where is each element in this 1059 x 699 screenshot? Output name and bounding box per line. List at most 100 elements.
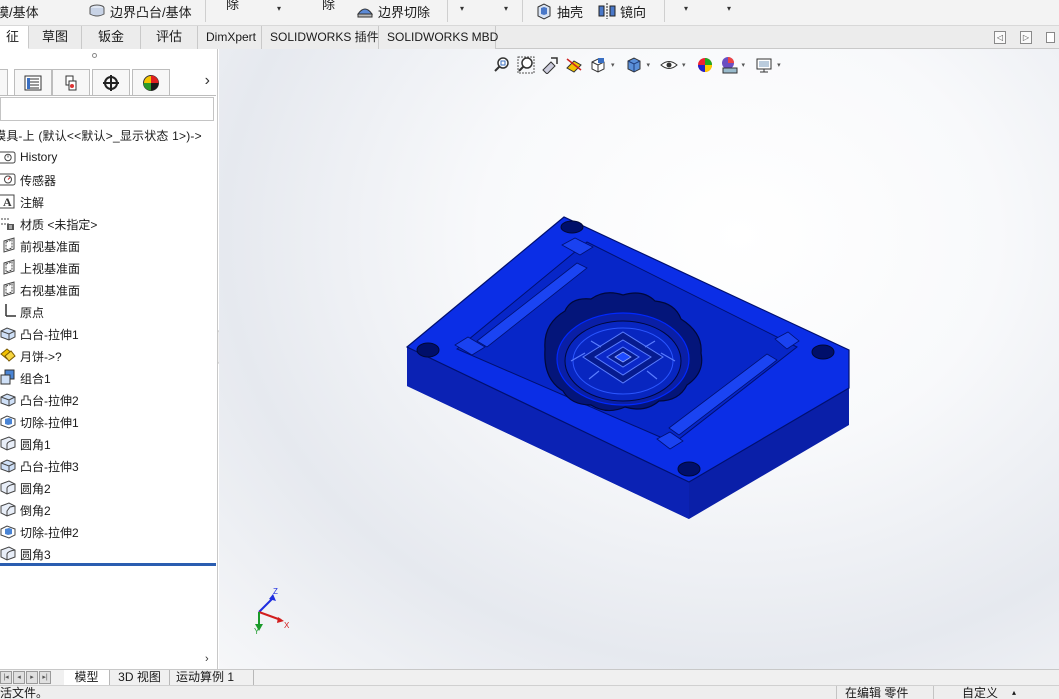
feature-manager-tab[interactable] xyxy=(0,69,8,95)
display-manager-tab[interactable] xyxy=(132,69,170,95)
ribbon-clipped-label-3: 除 xyxy=(322,0,336,12)
feature-filter-input[interactable] xyxy=(0,97,214,121)
tab-solidworks-mbd[interactable]: SOLIDWORKS MBD xyxy=(379,26,498,49)
rollback-bar[interactable] xyxy=(0,563,216,566)
tree-item-material[interactable]: 材质 <未指定> xyxy=(0,212,216,234)
property-manager-tab[interactable] xyxy=(14,69,52,95)
tab-solidworks-addins[interactable]: SOLIDWORKS 插件 xyxy=(262,26,379,49)
svg-text:A: A xyxy=(3,195,12,209)
tree-item-annotations[interactable]: A 注解 xyxy=(0,190,216,212)
status-edit-mode: 在编辑 零件 xyxy=(836,686,908,699)
shell-button[interactable]: 抽壳 xyxy=(535,0,583,22)
tab-dimxpert[interactable]: DimXpert xyxy=(198,26,262,49)
ribbon-separator xyxy=(664,0,665,22)
extrude-icon xyxy=(0,327,16,341)
boundary-boss-button[interactable]: 边界凸台/基体 xyxy=(88,0,192,22)
first-tab-icon[interactable]: |◂ xyxy=(0,671,12,684)
fillet-icon xyxy=(0,436,16,451)
part-root-node[interactable]: 模具-上 (默认<<默认>_显示状态 1>)-> xyxy=(0,127,202,144)
splitter-handle[interactable] xyxy=(92,53,97,58)
tab-sketch[interactable]: 草图 xyxy=(29,26,82,49)
tree-item-history[interactable]: History xyxy=(0,146,216,168)
previous-tab-icon[interactable]: ◂ xyxy=(13,671,25,684)
tree-item-origin[interactable]: 原点 xyxy=(0,300,216,322)
derived-part-icon xyxy=(0,348,16,362)
cut-extrude-icon xyxy=(0,415,16,429)
tab-model[interactable]: 模型 xyxy=(64,670,110,686)
status-bar: 激活文件。 在编辑 零件 自定义 ▴ xyxy=(0,685,1059,699)
history-icon xyxy=(0,151,16,164)
bolt-hole xyxy=(677,461,701,477)
tab-motion-study[interactable]: 运动算例 1 xyxy=(170,670,254,686)
boundary-boss-icon xyxy=(89,4,105,17)
tab-features[interactable]: 征 xyxy=(0,26,29,49)
panel-tabs-more-icon[interactable]: › xyxy=(205,72,210,90)
tree-item-top-plane[interactable]: 上视基准面 xyxy=(0,256,216,278)
last-tab-icon[interactable]: ▸| xyxy=(39,671,51,684)
boundary-cut-icon xyxy=(357,8,373,18)
scroll-right-icon[interactable]: › xyxy=(205,653,209,665)
tree-item-label: 材质 <未指定> xyxy=(20,218,98,232)
chevron-down-icon[interactable]: ▾ xyxy=(727,4,731,13)
origin-icon xyxy=(5,304,16,317)
tree-item-chamfer2[interactable]: 倒角2 xyxy=(0,498,216,520)
tab-sheet-metal[interactable]: 钣金 xyxy=(82,26,141,49)
plane-icon xyxy=(3,259,15,275)
tab-scroll-right-icon[interactable]: ▷ xyxy=(1020,31,1032,44)
plane-icon xyxy=(3,281,15,297)
tree-item-label: 圆角3 xyxy=(20,548,51,562)
cut-extrude-icon xyxy=(0,525,16,539)
tree-item-label: 注解 xyxy=(20,196,45,210)
chamfer-icon xyxy=(0,502,16,517)
ribbon-clipped-label: 模/基体 xyxy=(0,4,39,20)
tree-item-combine1[interactable]: 组合1 xyxy=(0,366,216,388)
chevron-down-icon[interactable]: ▾ xyxy=(684,4,688,13)
tree-item-mooncake-derived[interactable]: 月饼->? xyxy=(0,344,216,366)
next-tab-icon[interactable]: ▸ xyxy=(26,671,38,684)
feature-tree: History 传感器 A 注解 材质 <未指定> 前视基准面 上视基准面 右视… xyxy=(0,146,216,564)
annotation-icon: A xyxy=(0,194,15,209)
tab-scroll-left-icon[interactable]: ◁ xyxy=(994,31,1006,44)
panel-tab-bar: › xyxy=(0,69,216,96)
boundary-cut-button[interactable]: 边界切除 xyxy=(356,0,430,22)
tree-item-fillet3[interactable]: 圆角3 xyxy=(0,542,216,564)
sensor-icon xyxy=(0,173,16,186)
graphics-viewport[interactable]: ▾ ▾ ▾ ▾ ▾ Z X Y xyxy=(219,49,1059,669)
material-icon xyxy=(0,218,14,230)
tree-item-boss-extrude2[interactable]: 凸台-拉伸2 xyxy=(0,388,216,410)
tree-item-boss-extrude3[interactable]: 凸台-拉伸3 xyxy=(0,454,216,476)
configuration-icon xyxy=(65,75,77,90)
tree-item-sensors[interactable]: 传感器 xyxy=(0,168,216,190)
configuration-manager-tab[interactable] xyxy=(52,69,90,95)
tree-item-boss-extrude1[interactable]: 凸台-拉伸1 xyxy=(0,322,216,344)
ribbon-clipped-item-2[interactable]: 除 xyxy=(226,0,239,14)
restore-panel-icon[interactable] xyxy=(1046,32,1055,43)
tree-item-cut-extrude1[interactable]: 切除-拉伸1 xyxy=(0,410,216,432)
coordinate-triad: Z X Y xyxy=(254,587,290,634)
tree-item-label: History xyxy=(20,150,58,164)
chevron-down-icon[interactable]: ▾ xyxy=(277,4,281,13)
units-selector[interactable]: 自定义 ▴ xyxy=(933,686,1027,699)
dimxpert-manager-tab[interactable] xyxy=(92,69,130,95)
tree-item-label: 上视基准面 xyxy=(20,262,81,276)
shell-icon xyxy=(537,3,551,20)
ribbon-clipped-item-3[interactable]: 除 xyxy=(322,0,335,14)
tab-evaluate[interactable]: 评估 xyxy=(141,26,198,49)
chevron-up-icon: ▴ xyxy=(1012,688,1017,697)
tree-item-fillet1[interactable]: 圆角1 xyxy=(0,432,216,454)
mirror-button[interactable]: 镜向 xyxy=(598,0,646,22)
chevron-down-icon[interactable]: ▾ xyxy=(504,4,508,13)
triad-z-label: Z xyxy=(273,587,278,596)
tree-item-label: 组合1 xyxy=(20,372,51,386)
tree-item-fillet2[interactable]: 圆角2 xyxy=(0,476,216,498)
mold-model[interactable] xyxy=(219,49,1059,669)
tab-3d-views[interactable]: 3D 视图 xyxy=(110,670,170,686)
chevron-down-icon[interactable]: ▾ xyxy=(460,4,464,13)
tree-item-cut-extrude2[interactable]: 切除-拉伸2 xyxy=(0,520,216,542)
tree-item-label: 传感器 xyxy=(20,174,57,188)
ribbon-clipped-item[interactable]: 模/基体 xyxy=(0,0,39,22)
tree-item-front-plane[interactable]: 前视基准面 xyxy=(0,234,216,256)
mirror-label: 镜向 xyxy=(620,4,647,20)
triad-y-label: Y xyxy=(254,627,260,634)
tree-item-right-plane[interactable]: 右视基准面 xyxy=(0,278,216,300)
